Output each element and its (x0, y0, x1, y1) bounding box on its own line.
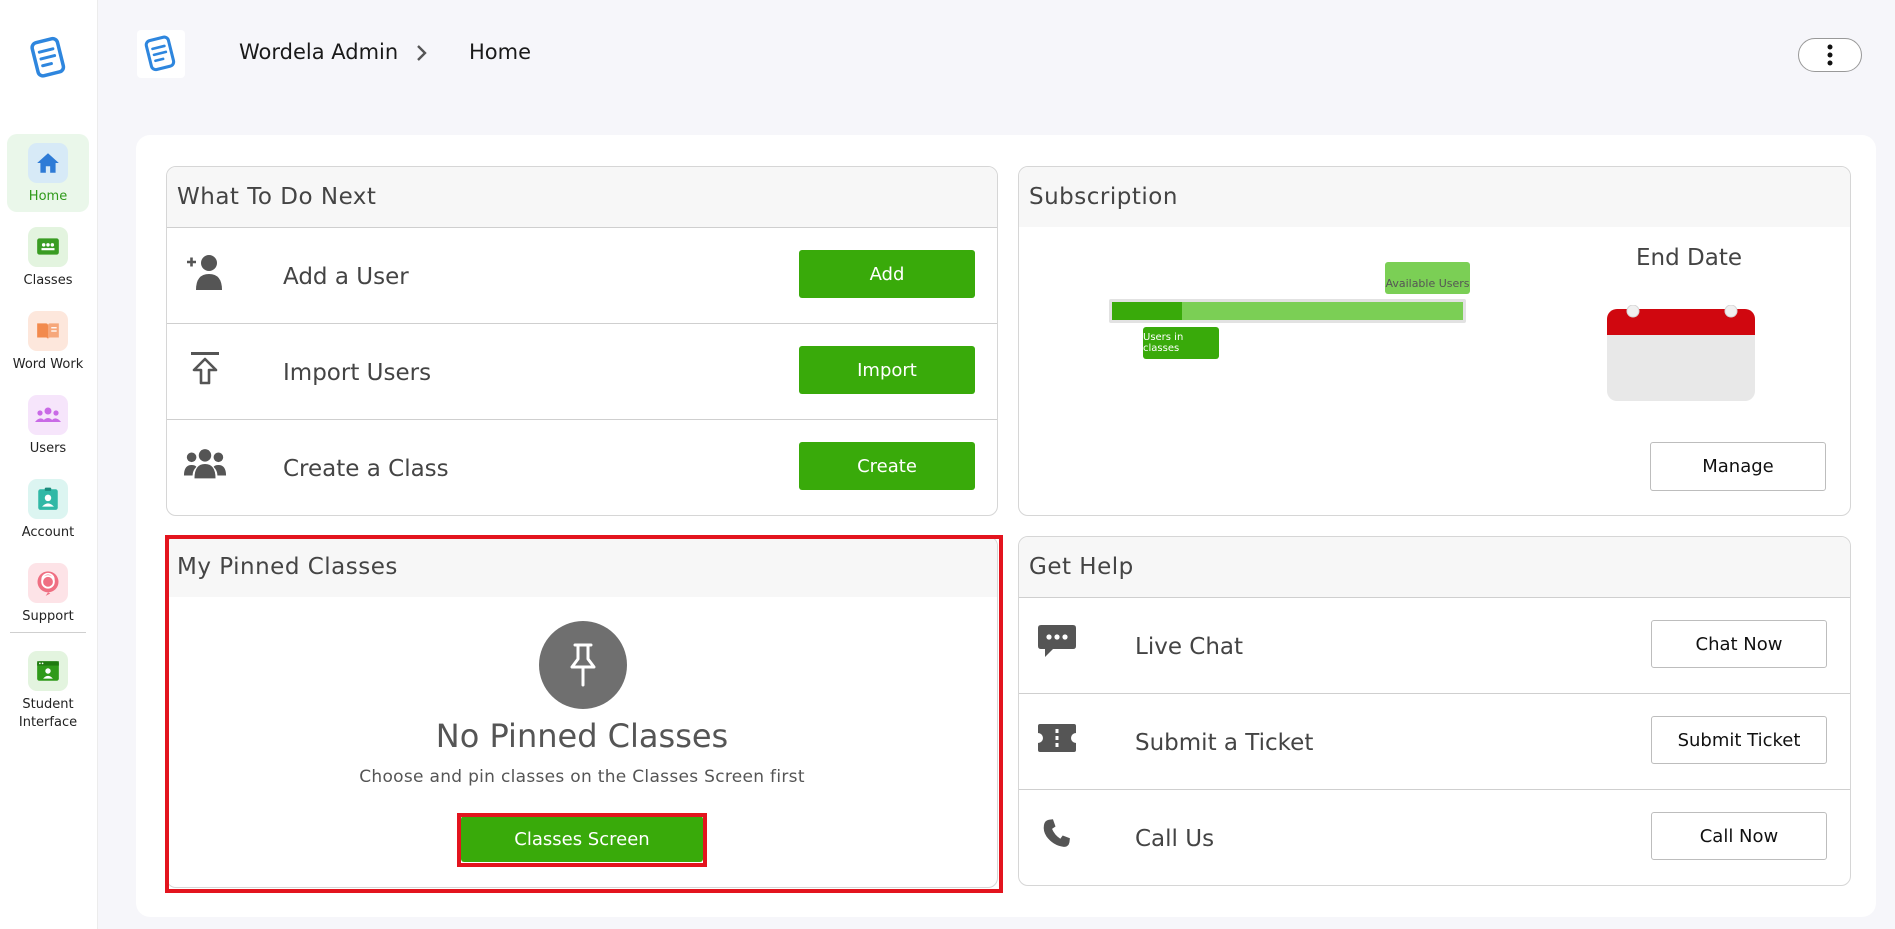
sidebar-item-users[interactable]: Users (7, 386, 89, 464)
chevron-right-icon (412, 42, 432, 64)
header-logo-icon[interactable] (137, 30, 185, 78)
sidebar-item-label: Users (29, 441, 67, 456)
breadcrumb-page: Home (469, 40, 532, 64)
bar-used (1112, 302, 1183, 320)
phone-icon (1035, 812, 1079, 856)
end-date-label: End Date (1636, 245, 1742, 271)
sidebar-item-support[interactable]: Support (7, 554, 89, 632)
sidebar-item-label: Student Interface (18, 697, 78, 730)
student-interface-icon (28, 651, 68, 691)
support-icon (28, 563, 68, 603)
card-title: What To Do Next (167, 167, 997, 227)
sidebar-item-label: Home (28, 189, 68, 204)
chat-now-button[interactable]: Chat Now (1651, 620, 1827, 668)
available-users-tooltip: Available Users (1385, 262, 1470, 294)
manage-button[interactable]: Manage (1650, 442, 1826, 491)
import-button[interactable]: Import (799, 346, 975, 394)
subscription-card: Subscription Available Users Users in cl… (1018, 166, 1851, 516)
sidebar-item-label: Classes (23, 273, 73, 288)
sidebar-item-classes[interactable]: Classes (7, 218, 89, 296)
todo-row-add-user: Add a User Add (167, 227, 997, 323)
users-in-classes-tooltip: Users in classes (1143, 327, 1219, 359)
more-options-button[interactable] (1798, 38, 1862, 72)
add-user-icon (183, 250, 227, 294)
sidebar-item-label: Account (21, 525, 75, 540)
home-icon (28, 143, 68, 183)
row-label: Submit a Ticket (1135, 730, 1314, 756)
ticket-icon (1035, 716, 1079, 760)
sidebar-divider (10, 632, 86, 633)
group-icon (183, 442, 227, 486)
kebab-icon (1827, 44, 1833, 66)
help-row-call-us: Call Us Call Now (1019, 789, 1850, 885)
classes-icon (28, 227, 68, 267)
call-now-button[interactable]: Call Now (1651, 812, 1827, 860)
card-title: Get Help (1019, 537, 1850, 597)
breadcrumb-app[interactable]: Wordela Admin (239, 40, 398, 64)
help-row-submit-ticket: Submit a Ticket Submit Ticket (1019, 693, 1850, 789)
todo-card: What To Do Next Add a User Add Import Us… (166, 166, 998, 516)
row-label: Import Users (283, 360, 432, 386)
sidebar-item-label: Word Work (12, 357, 84, 372)
row-label: Call Us (1135, 826, 1215, 852)
calendar-icon (1607, 304, 1755, 401)
row-label: Live Chat (1135, 634, 1244, 660)
sidebar: Home Classes Word Work Users Account Sup… (0, 0, 98, 929)
book-icon (28, 311, 68, 351)
sidebar-item-account[interactable]: Account (7, 470, 89, 548)
todo-row-create-class: Create a Class Create (167, 419, 997, 515)
row-label: Add a User (283, 264, 409, 290)
users-capacity-bar[interactable] (1109, 299, 1466, 323)
add-button[interactable]: Add (799, 250, 975, 298)
users-icon (28, 395, 68, 435)
classes-screen-highlight (457, 813, 707, 867)
bar-available (1112, 302, 1463, 320)
todo-row-import-users: Import Users Import (167, 323, 997, 419)
sidebar-item-home[interactable]: Home (7, 134, 89, 212)
get-help-card: Get Help Live Chat Chat Now Submit a Tic… (1018, 536, 1851, 886)
chat-icon (1035, 620, 1079, 664)
submit-ticket-button[interactable]: Submit Ticket (1651, 716, 1827, 764)
card-title: Subscription (1019, 167, 1850, 227)
wordela-logo-icon[interactable] (25, 34, 73, 82)
help-row-live-chat: Live Chat Chat Now (1019, 597, 1850, 693)
sidebar-item-label: Support (22, 609, 74, 624)
account-icon (28, 479, 68, 519)
sidebar-item-student-interface[interactable]: Student Interface (7, 642, 89, 732)
sidebar-item-word-work[interactable]: Word Work (7, 302, 89, 380)
import-icon (183, 346, 227, 390)
create-button[interactable]: Create (799, 442, 975, 490)
row-label: Create a Class (283, 456, 449, 482)
